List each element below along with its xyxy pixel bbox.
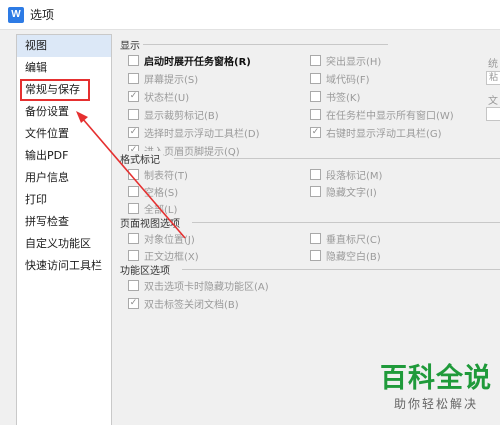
sidebar-item-view[interactable]: 视图	[17, 35, 111, 57]
group-label-page-view: 页面视图选项	[120, 215, 183, 230]
option-screen-tips[interactable]: 屏幕提示(S)	[128, 71, 198, 86]
option-dblclick-hide-ribbon[interactable]: 双击选项卡时隐藏功能区(A)	[128, 278, 269, 293]
option-all-marks[interactable]: 全部(L)	[128, 201, 177, 216]
option-float-toolbar[interactable]: ✓ 选择时显示浮动工具栏(D)	[128, 125, 260, 140]
option-object-position[interactable]: 对象位置(J)	[128, 231, 195, 246]
check-icon[interactable]: ✓	[128, 297, 139, 309]
option-highlight[interactable]: 突出显示(H)	[310, 53, 381, 68]
options-sidebar: 视图 编辑 常规与保存 备份设置 文件位置 输出PDF 用户信息 打印 拼写检查…	[16, 34, 112, 425]
option-text-boundaries[interactable]: 正文边框(X)	[128, 248, 199, 263]
group-divider	[174, 158, 500, 159]
checkbox[interactable]	[310, 54, 321, 66]
check-icon[interactable]: ✓	[128, 90, 139, 102]
watermark: 百科全说 助你轻松解决	[376, 364, 496, 412]
option-field-codes[interactable]: 域代码(F)	[310, 71, 370, 86]
group-label-display: 显示	[120, 37, 143, 52]
checkbox[interactable]	[128, 168, 139, 180]
clipped-label: 文	[488, 96, 498, 107]
checkbox[interactable]	[128, 232, 139, 244]
checkbox[interactable]	[128, 249, 139, 261]
checkbox[interactable]	[128, 279, 139, 291]
clipped-input[interactable]	[486, 107, 500, 121]
option-status-bar[interactable]: ✓ 状态栏(U)	[128, 89, 189, 104]
option-taskbar-windows[interactable]: 在任务栏中显示所有窗口(W)	[310, 107, 454, 122]
checkbox[interactable]	[310, 232, 321, 244]
checkbox[interactable]	[128, 202, 139, 214]
checkbox[interactable]	[128, 185, 139, 197]
option-paragraph-marks[interactable]: 段落标记(M)	[310, 167, 382, 182]
checkbox[interactable]	[310, 108, 321, 120]
watermark-title: 百科全说	[380, 363, 492, 394]
option-spaces[interactable]: 空格(S)	[128, 184, 178, 199]
title-bar: W 选项	[0, 0, 500, 30]
sidebar-item-label: 常规与保存	[25, 83, 80, 96]
group-label-format-marks: 格式标记	[120, 151, 163, 166]
sidebar-item-export-pdf[interactable]: 输出PDF	[17, 145, 111, 167]
check-icon[interactable]: ✓	[310, 126, 321, 138]
app-icon: W	[8, 6, 24, 23]
option-tabs[interactable]: 制表符(T)	[128, 167, 188, 182]
sidebar-item-print[interactable]: 打印	[17, 189, 111, 211]
option-startup-taskpane[interactable]: 启动时展开任务窗格(R)	[128, 53, 251, 68]
checkbox[interactable]	[310, 90, 321, 102]
checkbox[interactable]	[310, 185, 321, 197]
sidebar-item-general-save[interactable]: 常规与保存	[17, 79, 111, 101]
checkbox[interactable]	[128, 72, 139, 84]
clipped-input[interactable]: 粘	[486, 71, 500, 85]
group-divider	[182, 269, 500, 270]
check-icon[interactable]: ✓	[128, 126, 139, 138]
clipped-label: 统	[488, 59, 498, 70]
checkbox[interactable]	[128, 108, 139, 120]
watermark-subtitle: 助你轻松解决	[393, 397, 478, 411]
sidebar-item-user-info[interactable]: 用户信息	[17, 167, 111, 189]
sidebar-item-file-location[interactable]: 文件位置	[17, 123, 111, 145]
checkbox[interactable]	[310, 249, 321, 261]
checkbox[interactable]	[310, 72, 321, 84]
option-crop-marks[interactable]: 显示裁剪标记(B)	[128, 107, 219, 122]
group-divider	[122, 44, 388, 45]
option-hidden-text[interactable]: 隐藏文字(I)	[310, 184, 377, 199]
sidebar-item-backup[interactable]: 备份设置	[17, 101, 111, 123]
sidebar-item-quick-access[interactable]: 快速访问工具栏	[17, 255, 111, 277]
option-vertical-ruler[interactable]: 垂直标尺(C)	[310, 231, 381, 246]
group-divider	[192, 222, 500, 223]
option-right-click-toolbar[interactable]: ✓ 右键时显示浮动工具栏(G)	[310, 125, 442, 140]
checkbox[interactable]	[128, 54, 139, 66]
sidebar-item-edit[interactable]: 编辑	[17, 57, 111, 79]
checkbox[interactable]	[310, 168, 321, 180]
sidebar-item-spellcheck[interactable]: 拼写检查	[17, 211, 111, 233]
sidebar-item-customize-ribbon[interactable]: 自定义功能区	[17, 233, 111, 255]
window-title: 选项	[30, 8, 55, 22]
option-bookmarks[interactable]: 书签(K)	[310, 89, 360, 104]
option-hide-whitespace[interactable]: 隐藏空白(B)	[310, 248, 381, 263]
group-label-ribbon: 功能区选项	[120, 262, 173, 277]
option-dblclick-close-doc[interactable]: ✓ 双击标签关闭文档(B)	[128, 296, 239, 311]
